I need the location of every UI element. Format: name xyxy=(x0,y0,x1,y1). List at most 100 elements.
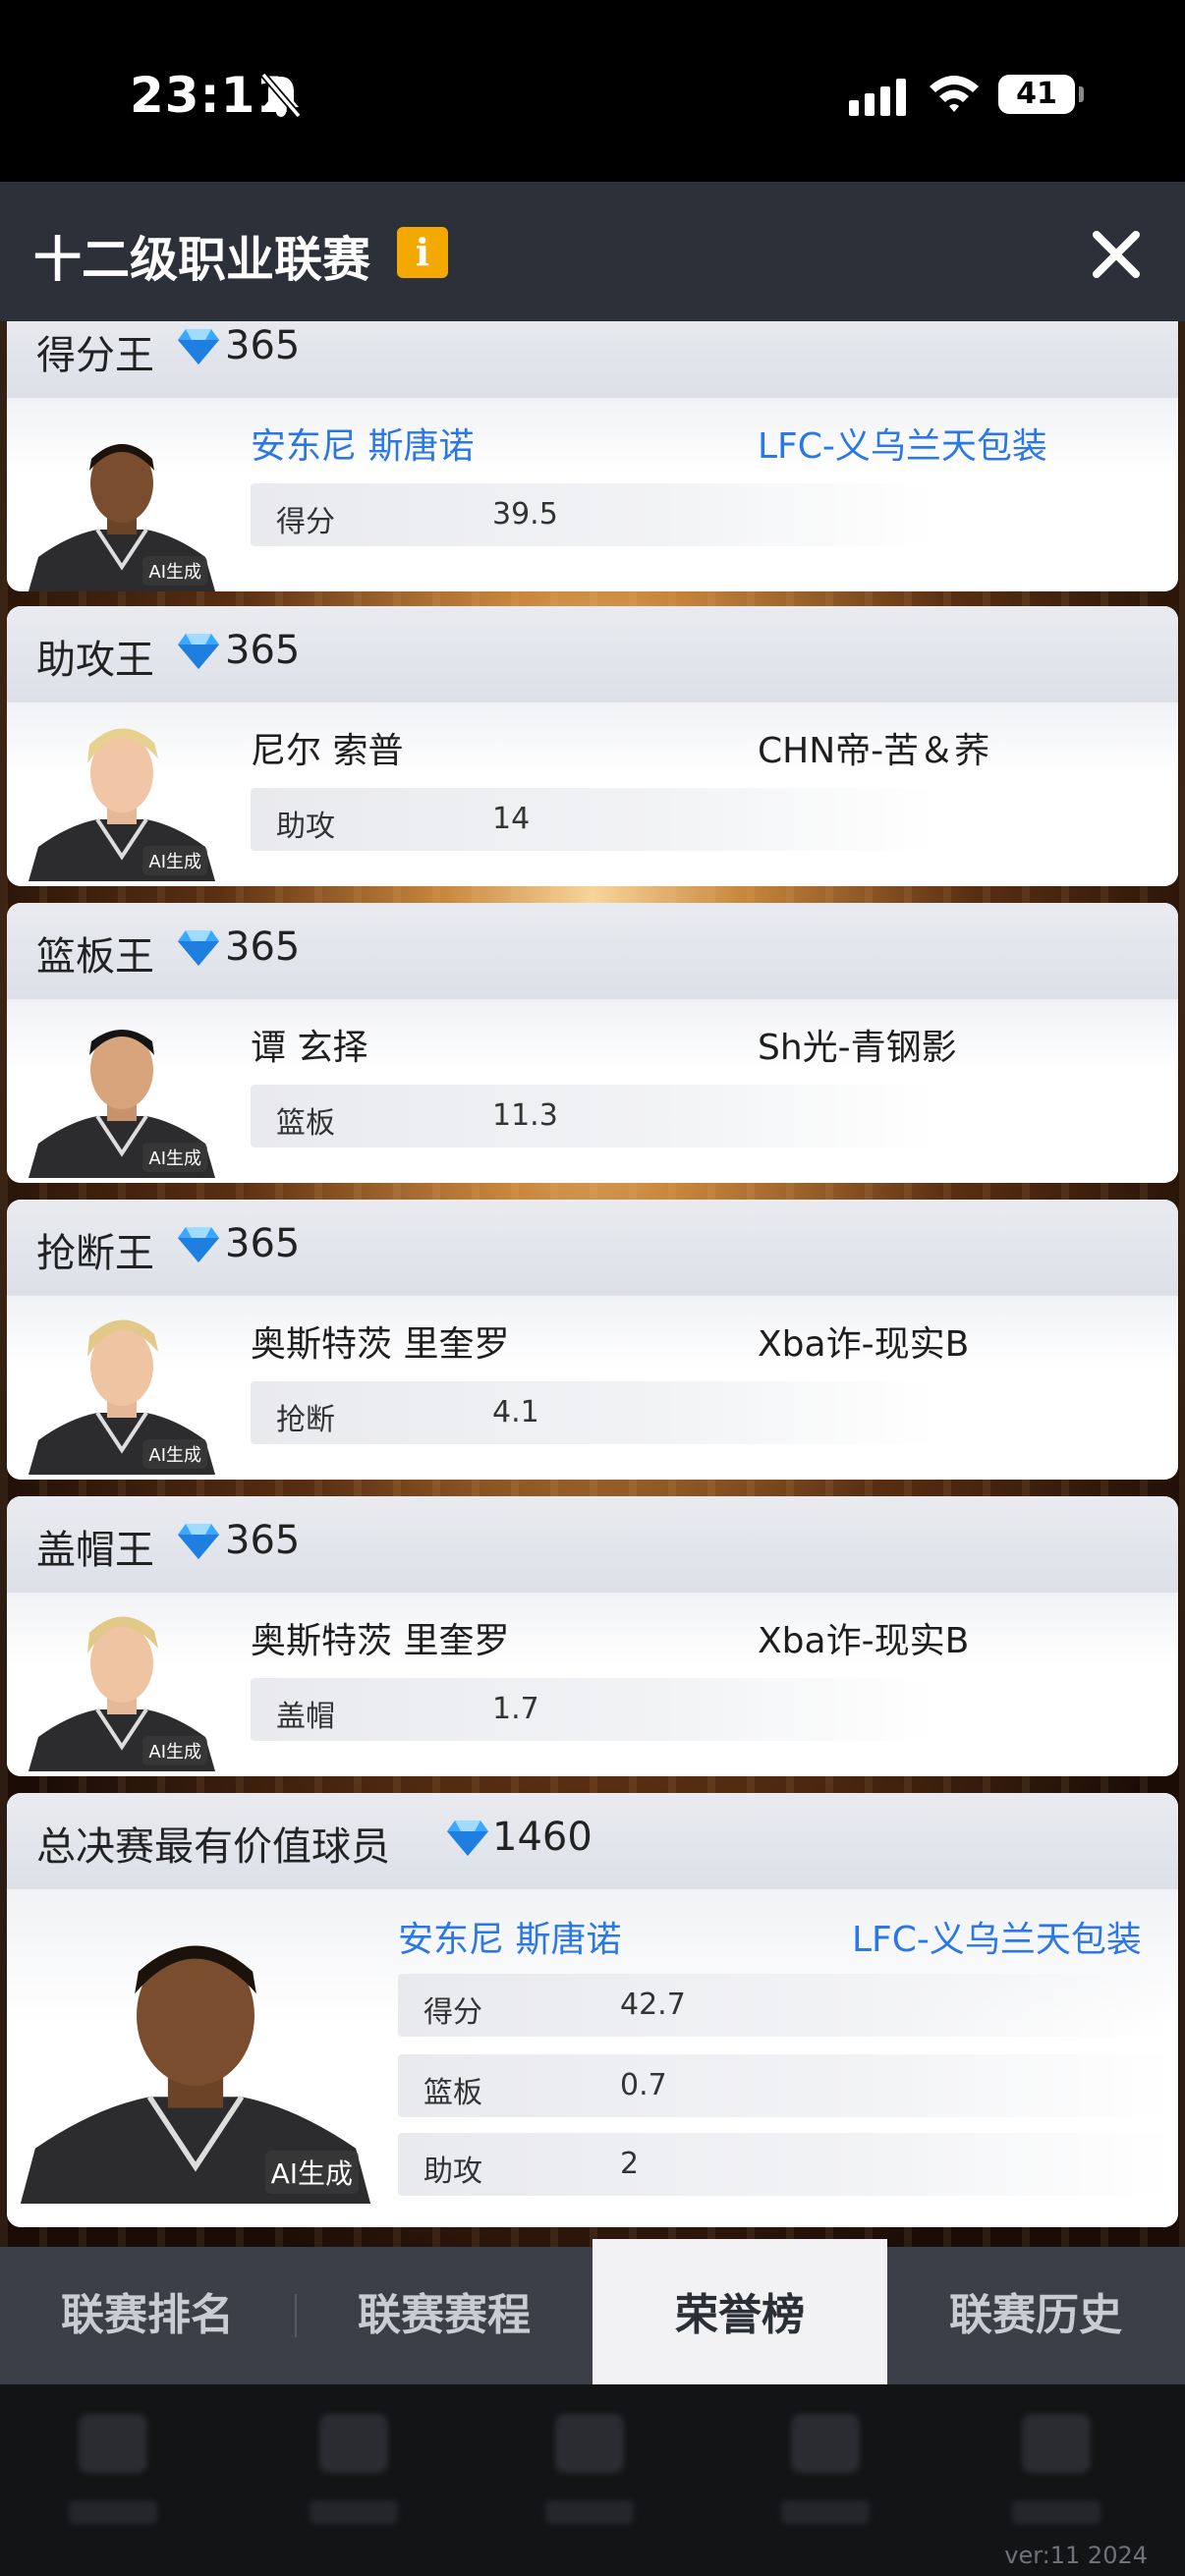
player-name[interactable]: 奥斯特茨 里奎罗 xyxy=(251,1612,509,1663)
tab-honor-list[interactable]: 荣誉榜 xyxy=(592,2239,887,2384)
team-name[interactable]: Sh光-青钢影 xyxy=(758,1019,957,1070)
stat-label: 盖帽 xyxy=(276,1700,335,1734)
player-name[interactable]: 奥斯特茨 里奎罗 xyxy=(251,1316,509,1367)
stat-label: 助攻 xyxy=(276,810,335,844)
blurred-nav-label xyxy=(781,2500,870,2524)
honor-list[interactable]: 得分王 365 AI生成 安东尼 斯唐诺 LFC-义乌兰天包装 得分 39.5 xyxy=(0,321,1185,2247)
page-title: 十二级职业联赛 xyxy=(33,232,371,288)
blurred-nav-icon xyxy=(791,2414,860,2473)
award-card-blocks: 盖帽王 365 AI生成 奥斯特茨 里奎罗 Xba诈-现实B 盖帽 1.7 xyxy=(7,1496,1178,1776)
player-name[interactable]: 安东尼 斯唐诺 xyxy=(251,418,474,469)
tab-bar: 联赛排名 联赛赛程 荣誉榜 联赛历史 xyxy=(0,2239,1185,2384)
stat-row: 盖帽 1.7 xyxy=(251,1678,938,1741)
stat-label: 得分 xyxy=(276,505,335,539)
tab-league-ranking[interactable]: 联赛排名 xyxy=(0,2247,295,2384)
player-avatar[interactable]: AI生成 xyxy=(28,1599,215,1771)
version-label: ver:11 2024 xyxy=(1004,2542,1148,2569)
award-card-assists: 助攻王 365 AI生成 尼尔 索普 CHN帝-苦＆荞 助攻 14 xyxy=(7,606,1178,886)
header-bar: 十二级职业联赛 i xyxy=(0,182,1185,321)
diamond-icon xyxy=(178,634,219,669)
award-reward: 1460 xyxy=(492,1815,592,1860)
award-card-rebounds: 篮板王 365 AI生成 谭 玄择 Sh光-青钢影 篮板 11.3 xyxy=(7,903,1178,1183)
wifi-icon xyxy=(930,76,979,112)
award-reward: 365 xyxy=(225,1221,301,1266)
stat-row: 得分 39.5 xyxy=(251,483,938,546)
player-avatar[interactable]: AI生成 xyxy=(28,1006,215,1178)
blurred-nav-icon xyxy=(319,2414,388,2473)
award-title: 总决赛最有价值球员 xyxy=(36,1824,390,1870)
player-avatar[interactable]: AI生成 xyxy=(28,709,215,881)
award-title: 抢断王 xyxy=(36,1231,154,1276)
ai-generated-badge: AI生成 xyxy=(142,1143,207,1172)
team-name[interactable]: Xba诈-现实B xyxy=(758,1612,969,1663)
award-card-scoring: 得分王 365 AI生成 安东尼 斯唐诺 LFC-义乌兰天包装 得分 39.5 xyxy=(7,321,1178,591)
award-card-steals: 抢断王 365 AI生成 奥斯特茨 里奎罗 Xba诈-现实B 抢断 4.1 xyxy=(7,1200,1178,1480)
team-name[interactable]: Xba诈-现实B xyxy=(758,1316,969,1367)
background-nav: ver:11 2024 xyxy=(0,2384,1185,2576)
status-bar: 23:11 41 xyxy=(0,0,1185,182)
stat-row: 助攻 14 xyxy=(251,788,938,851)
award-header: 得分王 365 xyxy=(7,321,1178,398)
ai-generated-badge: AI生成 xyxy=(142,556,207,586)
stat-value: 42.7 xyxy=(620,1988,686,2022)
diamond-icon xyxy=(178,329,219,364)
stat-label: 抢断 xyxy=(276,1403,335,1437)
award-header: 助攻王 365 xyxy=(7,606,1178,702)
diamond-icon xyxy=(178,930,219,966)
blurred-nav-icon xyxy=(555,2414,624,2473)
blurred-nav-label xyxy=(69,2500,157,2524)
award-title: 得分王 xyxy=(36,333,154,378)
battery-tip xyxy=(1079,86,1084,102)
tab-league-history[interactable]: 联赛历史 xyxy=(888,2247,1183,2384)
blurred-nav-icon xyxy=(79,2414,147,2473)
player-name[interactable]: 谭 玄择 xyxy=(251,1019,367,1070)
blurred-nav-icon xyxy=(1022,2414,1091,2473)
stat-value: 14 xyxy=(492,802,531,836)
stat-value: 2 xyxy=(620,2147,640,2181)
diamond-icon xyxy=(178,1524,219,1559)
blurred-nav-label xyxy=(545,2500,634,2524)
diamond-icon xyxy=(178,1227,219,1262)
team-name[interactable]: LFC-义乌兰天包装 xyxy=(852,1911,1142,1962)
award-header: 抢断王 365 xyxy=(7,1200,1178,1296)
stat-value: 4.1 xyxy=(492,1395,539,1429)
stat-label: 篮板 xyxy=(276,1106,335,1141)
tab-league-schedule[interactable]: 联赛赛程 xyxy=(297,2247,592,2384)
ai-generated-badge: AI生成 xyxy=(142,1736,207,1765)
award-header: 盖帽王 365 xyxy=(7,1496,1178,1593)
stat-row: 抢断 4.1 xyxy=(251,1381,938,1444)
award-title: 助攻王 xyxy=(36,638,154,683)
player-avatar[interactable]: AI生成 xyxy=(28,420,215,591)
mvp-avatar[interactable]: AI生成 xyxy=(19,1909,372,2204)
team-name[interactable]: CHN帝-苦＆荞 xyxy=(758,722,989,773)
award-reward: 365 xyxy=(225,1518,301,1563)
stat-label: 篮板 xyxy=(423,2076,482,2110)
stat-label: 助攻 xyxy=(423,2155,482,2189)
stat-label: 得分 xyxy=(423,1995,482,2030)
diamond-icon xyxy=(447,1820,488,1856)
stat-value: 11.3 xyxy=(492,1098,558,1133)
signal-icon xyxy=(849,79,906,116)
stat-row: 助攻 2 xyxy=(398,2133,1174,2196)
ai-generated-badge: AI生成 xyxy=(142,846,207,875)
award-reward: 365 xyxy=(225,628,301,673)
player-name[interactable]: 尼尔 索普 xyxy=(251,722,403,773)
team-name[interactable]: LFC-义乌兰天包装 xyxy=(758,418,1047,469)
silent-bell-icon xyxy=(260,72,302,119)
battery-indicator: 41 xyxy=(998,75,1075,114)
stat-row: 得分 42.7 xyxy=(398,1974,1174,2037)
award-reward: 365 xyxy=(225,323,301,368)
award-header: 篮板王 365 xyxy=(7,903,1178,999)
stat-row: 篮板 0.7 xyxy=(398,2054,1174,2117)
ai-generated-badge: AI生成 xyxy=(264,2151,359,2194)
award-title: 篮板王 xyxy=(36,934,154,980)
blurred-nav-label xyxy=(310,2500,398,2524)
close-icon[interactable] xyxy=(1089,227,1144,282)
award-reward: 365 xyxy=(225,924,301,970)
ai-generated-badge: AI生成 xyxy=(142,1439,207,1469)
info-icon[interactable]: i xyxy=(397,227,448,278)
award-card-finals-mvp: 总决赛最有价值球员 1460 AI生成 安东尼 斯唐诺 LFC-义乌兰天包装 得… xyxy=(7,1793,1178,2227)
player-avatar[interactable]: AI生成 xyxy=(28,1303,215,1475)
award-title: 盖帽王 xyxy=(36,1528,154,1573)
player-name[interactable]: 安东尼 斯唐诺 xyxy=(398,1911,621,1962)
